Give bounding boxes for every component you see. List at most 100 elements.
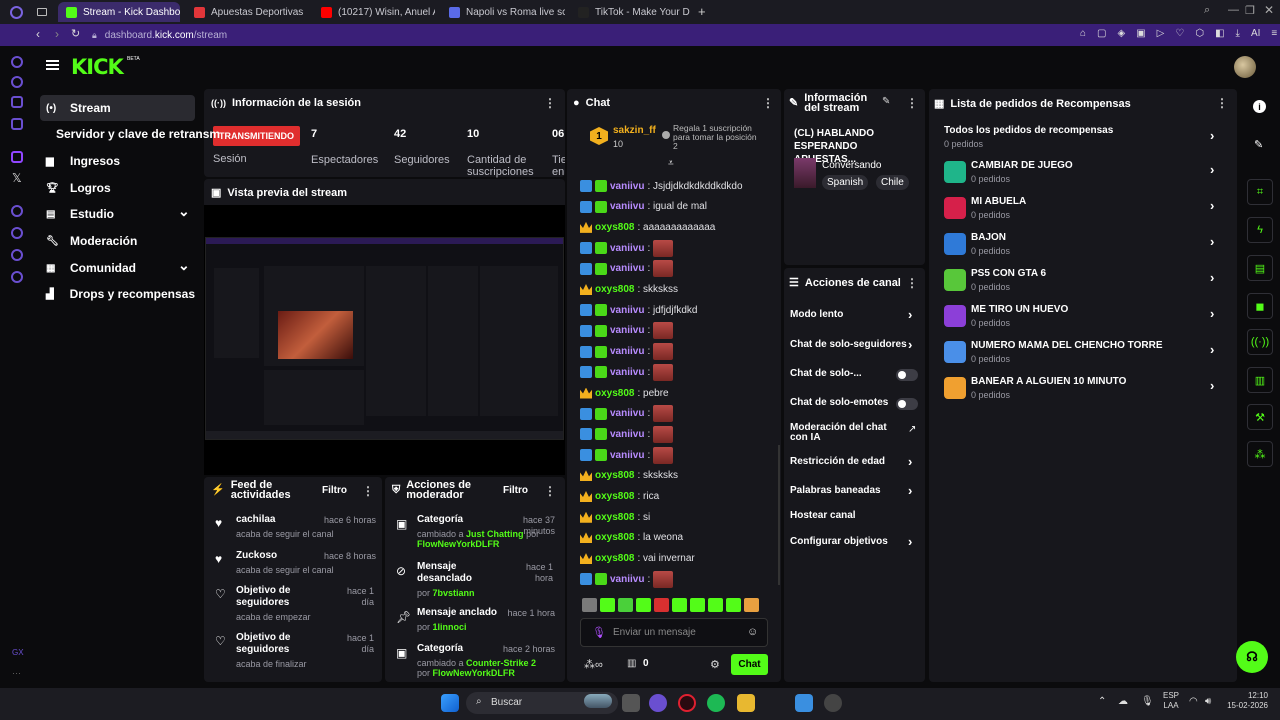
volume-icon[interactable]: 🔊︎ (1205, 696, 1211, 707)
bookmark-icon[interactable]: ⌂ (1080, 28, 1086, 39)
emote-4[interactable] (636, 598, 651, 612)
feed-item[interactable]: Zuckoso acaba de seguir el canal hace 8 … (236, 550, 376, 575)
quick-tools-icon[interactable]: ⚒ (1247, 404, 1273, 430)
vpn-icon[interactable]: ▣ (1136, 28, 1145, 39)
chat-username[interactable]: vaniivu (610, 429, 644, 440)
emote-5[interactable] (654, 598, 669, 612)
task-view-icon[interactable] (622, 694, 640, 712)
sidebar-item[interactable]: ▤ Estudio ⌄ (40, 201, 195, 227)
chat-emote-image[interactable] (653, 343, 674, 361)
chevron-right-icon[interactable]: › (1210, 162, 1214, 177)
chat-emote-image[interactable] (653, 239, 674, 257)
browser-tab[interactable]: Stream - Kick Dashboard (58, 2, 180, 22)
reward-item[interactable]: MI ABUELA 0 pedidos › (944, 194, 1224, 226)
reload-icon[interactable]: ↻ (71, 27, 80, 40)
language-indicator[interactable]: ESP LAA (1163, 691, 1179, 711)
opera-gx-icon[interactable] (678, 694, 696, 712)
rewards-menu-icon[interactable]: ⋮ (1216, 96, 1228, 110)
chat-emote-image[interactable] (653, 363, 674, 381)
channel-action-label[interactable]: Restricción de edad (790, 457, 910, 467)
mod-highlight[interactable]: 7bvstiann (433, 588, 475, 598)
mod-user[interactable]: FlowNewYorkDLFR (417, 539, 499, 549)
channel-action-label[interactable]: Modo lento (790, 310, 910, 320)
mod-action-item[interactable]: Categoría cambiado a Just Chatting por F… (417, 514, 557, 549)
back-icon[interactable]: ‹ (36, 27, 40, 41)
chat-username[interactable]: vaniivu (610, 367, 644, 378)
browser-tab[interactable]: Apuestas Deportivas - Ap (186, 2, 306, 22)
new-tab-button[interactable]: + (698, 4, 706, 19)
chat-message[interactable]: oxys808: pebre (580, 384, 669, 402)
maximize-button[interactable]: ❐ (1245, 4, 1255, 17)
chevron-right-icon[interactable]: › (908, 454, 912, 469)
emote-6[interactable] (672, 598, 687, 612)
chat-username[interactable]: oxys808 (595, 470, 634, 481)
sidebar-item[interactable]: (•) Stream (40, 95, 195, 121)
channel-action-label[interactable]: Moderación del chat con IA (790, 423, 902, 443)
chevron-right-icon[interactable]: › (908, 483, 912, 498)
chat-message[interactable]: oxys808: si (580, 508, 650, 526)
browser-logo-icon[interactable] (10, 6, 23, 19)
browser-tab[interactable]: TikTok - Make Your Day (570, 2, 690, 22)
chat-message[interactable]: vaniivu: (580, 425, 674, 443)
store-icon[interactable]: ▥ (627, 658, 636, 669)
sidebar-ai-icon[interactable] (11, 76, 23, 88)
store-app-icon[interactable] (795, 694, 813, 712)
chat-scrollbar[interactable] (778, 445, 780, 585)
quick-layout-icon[interactable]: ▥ (1247, 367, 1273, 393)
chat-message[interactable]: oxys808: sksksks (580, 467, 678, 485)
tray-chevron-icon[interactable]: ⌃ (1098, 696, 1106, 707)
chat-message[interactable]: oxys808: skkskss (580, 281, 678, 299)
info-icon[interactable]: i (1253, 100, 1266, 113)
sidebar-messenger-icon[interactable] (11, 96, 23, 108)
chat-message[interactable]: vaniivu: (580, 446, 674, 464)
feed-item[interactable]: Objetivo de seguidores acaba de empezar … (236, 585, 376, 622)
chat-username[interactable]: oxys808 (595, 284, 634, 295)
chat-message[interactable]: oxys808: vai invernar (580, 550, 695, 568)
user-avatar[interactable] (1234, 56, 1256, 78)
category-thumbnail[interactable] (794, 158, 816, 188)
channel-action-label[interactable]: Chat de solo-... (790, 369, 910, 379)
chat-message[interactable]: vaniivu: (580, 343, 674, 361)
chat-message[interactable]: vaniivu: (580, 322, 674, 340)
quick-broadcast-icon[interactable]: ((·)) (1247, 329, 1273, 355)
chat-message[interactable]: vaniivu: (580, 363, 674, 381)
quick-chat-icon[interactable]: ◼ (1247, 293, 1273, 319)
feed-menu-icon[interactable]: ⋮ (362, 484, 374, 498)
reward-item[interactable]: BAJON 0 pedidos › (944, 230, 1224, 262)
chat-message[interactable]: vaniivu: (580, 570, 674, 588)
kick-logo[interactable]: KICK (71, 55, 124, 79)
sidebar-item[interactable]: 🏆︎ Logros (40, 175, 195, 201)
sidebar-twitch-icon[interactable] (11, 151, 23, 163)
reward-item[interactable]: PS5 CON GTA 6 0 pedidos › (944, 266, 1224, 298)
chat-username[interactable]: vaniivu (610, 574, 644, 585)
feed-item[interactable]: Objetivo de seguidores acaba de finaliza… (236, 632, 376, 669)
session-menu-icon[interactable]: ⋮ (544, 96, 556, 110)
gift-user[interactable]: sakzin_ff (613, 125, 656, 136)
chevron-down-icon[interactable]: ⌄ (178, 257, 190, 274)
ai-icon[interactable]: AI (1251, 28, 1260, 39)
chat-emote-image[interactable] (653, 425, 674, 443)
mod-menu-icon[interactable]: ⋮ (544, 484, 556, 498)
extensions-icon[interactable]: ⬡ (1195, 28, 1204, 39)
shield-icon[interactable]: ◈ (1118, 28, 1126, 39)
chat-username[interactable]: oxys808 (595, 491, 634, 502)
chat-message[interactable]: vaniivu: jdfjdjfkdkd (580, 301, 698, 319)
reward-item[interactable]: BANEAR A ALGUIEN 10 MINUTO 0 pedidos › (944, 374, 1224, 406)
sidebar-more-icon[interactable]: ··· (12, 668, 21, 678)
chat-message[interactable]: oxys808: la weona (580, 529, 683, 547)
chat-message[interactable]: vaniivu: (580, 239, 674, 257)
screenshot-icon[interactable]: ▢ (1097, 28, 1106, 39)
tray-mic-icon[interactable]: 🎙︎ (1141, 696, 1154, 707)
chat-emote-image[interactable] (653, 260, 674, 278)
all-rewards-chevron-icon[interactable]: › (1210, 128, 1214, 143)
close-window-button[interactable]: ✕ (1264, 3, 1274, 17)
chat-username[interactable]: vaniivu (610, 346, 644, 357)
send-chat-button[interactable]: Chat (731, 654, 768, 675)
quick-share-icon[interactable]: ⁂ (1247, 441, 1273, 467)
stream-info-menu-icon[interactable]: ⋮ (906, 96, 918, 110)
sidebar-item[interactable]: Servidor y clave de retransm (50, 121, 220, 147)
chevron-right-icon[interactable]: › (908, 307, 912, 322)
collapse-pinned-icon[interactable]: ⩡ (668, 158, 674, 169)
emote-1[interactable] (582, 598, 597, 612)
quick-edit-icon[interactable]: ✎ (1254, 138, 1263, 151)
